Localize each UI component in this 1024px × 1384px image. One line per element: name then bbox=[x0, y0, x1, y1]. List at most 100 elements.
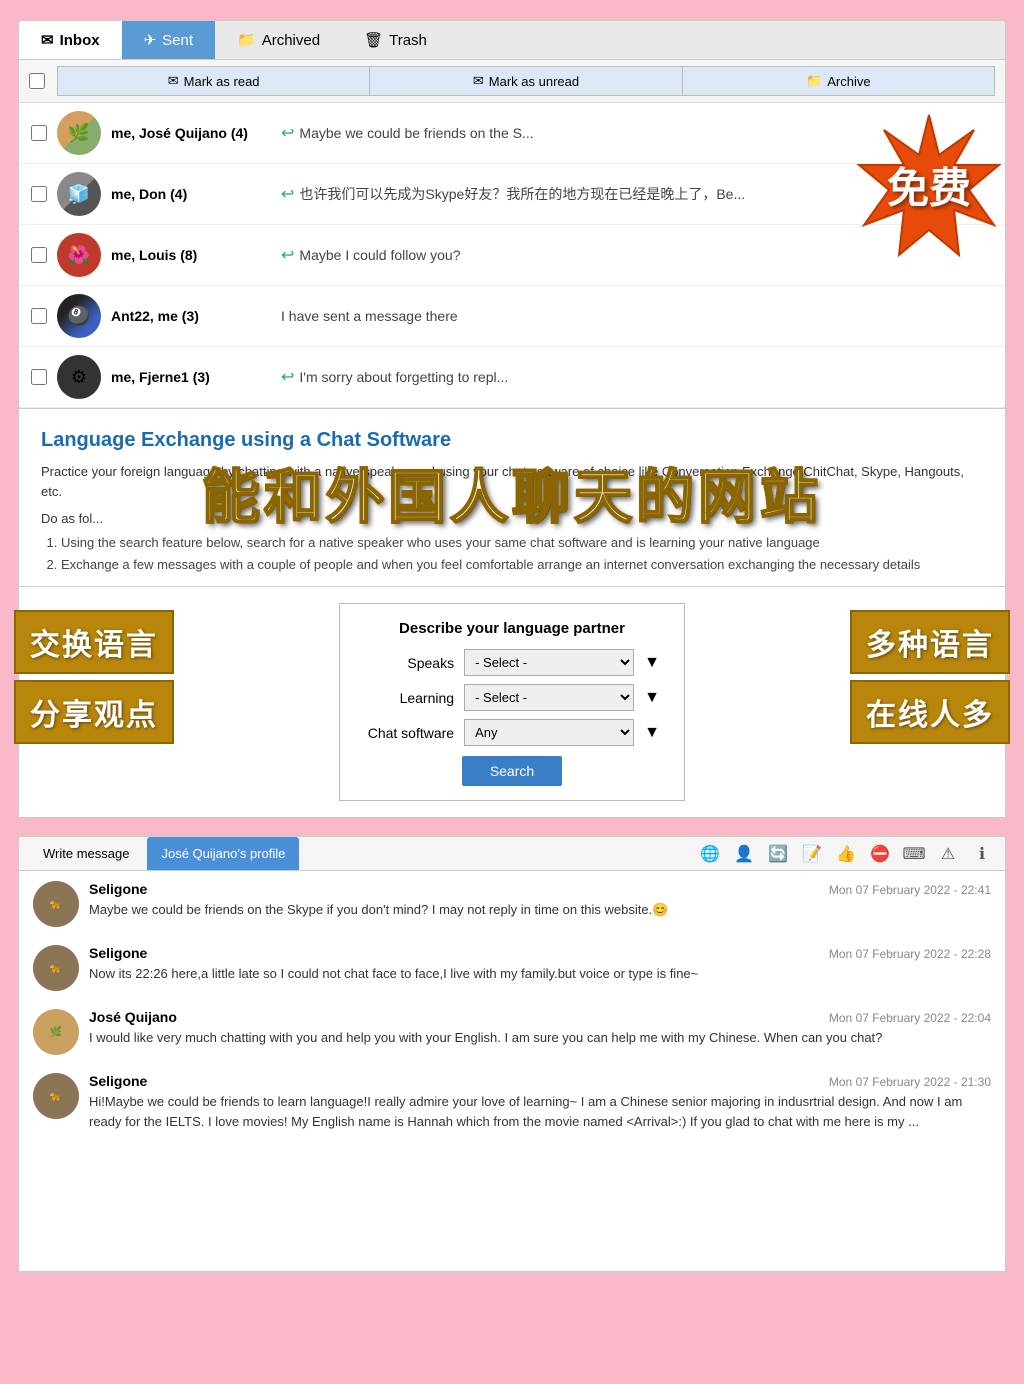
speaks-label: Speaks bbox=[364, 655, 454, 671]
refresh-icon-btn[interactable]: 🔄 bbox=[765, 841, 791, 867]
chat-avatar-3: 🌿 bbox=[33, 1009, 79, 1055]
from-3: me, Louis (8) bbox=[111, 247, 271, 263]
chat-sender-4: Seligone bbox=[89, 1073, 147, 1089]
speaks-dropdown-icon: ▼ bbox=[644, 654, 660, 672]
avatar-4: 🎱 bbox=[57, 294, 101, 338]
user-icon-btn[interactable]: 👤 bbox=[731, 841, 757, 867]
inbox-message-row[interactable]: ⚙ me, Fjerne1 (3) ↩ I'm sorry about forg… bbox=[19, 347, 1005, 408]
chat-sender-1: Seligone bbox=[89, 881, 147, 897]
mark-read-icon: ✉ bbox=[168, 73, 179, 89]
chat-msg-body-1: Seligone Mon 07 February 2022 - 22:41 Ma… bbox=[89, 881, 991, 920]
tab-archived[interactable]: 📁 Archived bbox=[215, 21, 342, 59]
block-icon-btn[interactable]: ⛔ bbox=[867, 841, 893, 867]
like-icon-btn[interactable]: 👍 bbox=[833, 841, 859, 867]
tab-inbox[interactable]: ✉ Inbox bbox=[19, 21, 122, 59]
avatar-3: 🌺 bbox=[57, 233, 101, 277]
keyboard-icon-btn[interactable]: ⌨ bbox=[901, 841, 927, 867]
archive-icon: 📁 bbox=[237, 31, 256, 49]
chat-tab-group: Write message José Quijano's profile bbox=[29, 837, 299, 870]
row-checkbox-4[interactable] bbox=[31, 308, 47, 324]
inbox-message-row[interactable]: 🧊 me, Don (4) ↩ 也许我们可以先成为Skype好友？我所在的地方现… bbox=[19, 164, 1005, 225]
speaks-select[interactable]: - Select - English Chinese Spanish bbox=[464, 649, 634, 676]
row-checkbox-1[interactable] bbox=[31, 125, 47, 141]
lang-steps: Using the search feature below, search f… bbox=[41, 532, 983, 576]
chat-software-row: Chat software Any Skype Hangouts ▼ bbox=[364, 719, 660, 746]
edit-icon-btn[interactable]: 📝 bbox=[799, 841, 825, 867]
archive-button[interactable]: 📁 Archive bbox=[682, 66, 995, 96]
chat-message-3: 🌿 José Quijano Mon 07 February 2022 - 22… bbox=[33, 1009, 991, 1055]
learning-label: Learning bbox=[364, 690, 454, 706]
reply-icon-2: ↩ bbox=[281, 184, 294, 204]
chat-message-4: 🐆 Seligone Mon 07 February 2022 - 21:30 … bbox=[33, 1073, 991, 1131]
select-all-checkbox[interactable] bbox=[29, 73, 45, 89]
speaks-row: Speaks - Select - English Chinese Spanis… bbox=[364, 649, 660, 676]
chat-msg-header-4: Seligone Mon 07 February 2022 - 21:30 bbox=[89, 1073, 991, 1089]
reply-icon-3: ↩ bbox=[281, 245, 294, 265]
inbox-icon: ✉ bbox=[41, 31, 54, 49]
inbox-message-row[interactable]: 🎱 Ant22, me (3) I have sent a message th… bbox=[19, 286, 1005, 347]
software-dropdown-icon: ▼ bbox=[644, 724, 660, 742]
chat-messages-container: 🐆 Seligone Mon 07 February 2022 - 22:41 … bbox=[19, 871, 1005, 1271]
chat-time-2: Mon 07 February 2022 - 22:28 bbox=[829, 947, 991, 961]
row-checkbox-3[interactable] bbox=[31, 247, 47, 263]
learning-row: Learning - Select - English Chinese Span… bbox=[364, 684, 660, 711]
learning-select[interactable]: - Select - English Chinese Spanish bbox=[464, 684, 634, 711]
from-5: me, Fjerne1 (3) bbox=[111, 369, 271, 385]
chat-text-3: I would like very much chatting with you… bbox=[89, 1028, 991, 1048]
chat-msg-body-3: José Quijano Mon 07 February 2022 - 22:0… bbox=[89, 1009, 991, 1048]
preview-1: ↩ Maybe we could be friends on the S... bbox=[281, 123, 534, 143]
tab-write-message[interactable]: Write message bbox=[29, 837, 143, 870]
tab-jose-profile[interactable]: José Quijano's profile bbox=[147, 837, 299, 870]
sent-icon: ✈ bbox=[144, 31, 157, 49]
from-1: me, José Quijano (4) bbox=[111, 125, 271, 141]
inbox-tabs: ✉ Inbox ✈ Sent 📁 Archived 🗑 Trash bbox=[19, 21, 1005, 60]
preview-3: ↩ Maybe I could follow you? bbox=[281, 245, 461, 265]
learning-dropdown-icon: ▼ bbox=[644, 689, 660, 707]
row-checkbox-5[interactable] bbox=[31, 369, 47, 385]
chat-avatar-4: 🐆 bbox=[33, 1073, 79, 1119]
inbox-toolbar: ✉ Mark as read ✉ Mark as unread 📁 Archiv… bbox=[19, 60, 1005, 103]
archive-btn-icon: 📁 bbox=[806, 73, 822, 89]
trash-icon: 🗑 bbox=[364, 31, 383, 49]
globe-icon-btn[interactable]: 🌐 bbox=[697, 841, 723, 867]
inbox-section: ✉ Inbox ✈ Sent 📁 Archived 🗑 Trash ✉ Mark… bbox=[18, 20, 1006, 409]
chat-tabs-bar: Write message José Quijano's profile 🌐 👤… bbox=[19, 837, 1005, 871]
inbox-message-row[interactable]: 🌺 me, Louis (8) ↩ Maybe I could follow y… bbox=[19, 225, 1005, 286]
tab-trash[interactable]: 🗑 Trash bbox=[342, 21, 449, 59]
lang-exchange-desc: Practice your foreign language by chatti… bbox=[41, 462, 983, 501]
preview-5: ↩ I'm sorry about forgetting to repl... bbox=[281, 367, 508, 387]
from-2: me, Don (4) bbox=[111, 186, 271, 202]
reply-icon-1: ↩ bbox=[281, 123, 294, 143]
chat-msg-header-1: Seligone Mon 07 February 2022 - 22:41 bbox=[89, 881, 991, 897]
search-form-section: Describe your language partner Speaks - … bbox=[18, 587, 1006, 818]
preview-4: I have sent a message there bbox=[281, 308, 458, 324]
chat-software-label: Chat software bbox=[364, 725, 454, 741]
inbox-message-row[interactable]: 🌿 me, José Quijano (4) ↩ Maybe we could … bbox=[19, 103, 1005, 164]
tab-sent[interactable]: ✈ Sent bbox=[122, 21, 215, 59]
chat-time-1: Mon 07 February 2022 - 22:41 bbox=[829, 883, 991, 897]
chat-avatar-2: 🐆 bbox=[33, 945, 79, 991]
warning-icon-btn[interactable]: ⚠ bbox=[935, 841, 961, 867]
preview-2: ↩ 也许我们可以先成为Skype好友？我所在的地方现在已经是晚上了，Be... bbox=[281, 184, 745, 204]
chat-msg-body-4: Seligone Mon 07 February 2022 - 21:30 Hi… bbox=[89, 1073, 991, 1131]
row-checkbox-2[interactable] bbox=[31, 186, 47, 202]
search-form: Describe your language partner Speaks - … bbox=[339, 603, 685, 801]
avatar-2: 🧊 bbox=[57, 172, 101, 216]
chat-software-select[interactable]: Any Skype Hangouts bbox=[464, 719, 634, 746]
chat-sender-2: Seligone bbox=[89, 945, 147, 961]
mark-unread-icon: ✉ bbox=[473, 73, 484, 89]
search-button[interactable]: Search bbox=[462, 756, 562, 786]
mark-read-button[interactable]: ✉ Mark as read bbox=[57, 66, 369, 96]
chat-msg-header-2: Seligone Mon 07 February 2022 - 22:28 bbox=[89, 945, 991, 961]
lang-step-1: Using the search feature below, search f… bbox=[61, 532, 983, 554]
reply-icon-5: ↩ bbox=[281, 367, 294, 387]
chat-text-1: Maybe we could be friends on the Skype i… bbox=[89, 900, 991, 920]
info-icon-btn[interactable]: ℹ bbox=[969, 841, 995, 867]
mark-unread-button[interactable]: ✉ Mark as unread bbox=[369, 66, 681, 96]
avatar-1: 🌿 bbox=[57, 111, 101, 155]
chat-sender-3: José Quijano bbox=[89, 1009, 177, 1025]
chat-message-1: 🐆 Seligone Mon 07 February 2022 - 22:41 … bbox=[33, 881, 991, 927]
search-form-title: Describe your language partner bbox=[364, 620, 660, 637]
from-4: Ant22, me (3) bbox=[111, 308, 271, 324]
language-exchange-section: Language Exchange using a Chat Software … bbox=[18, 409, 1006, 587]
